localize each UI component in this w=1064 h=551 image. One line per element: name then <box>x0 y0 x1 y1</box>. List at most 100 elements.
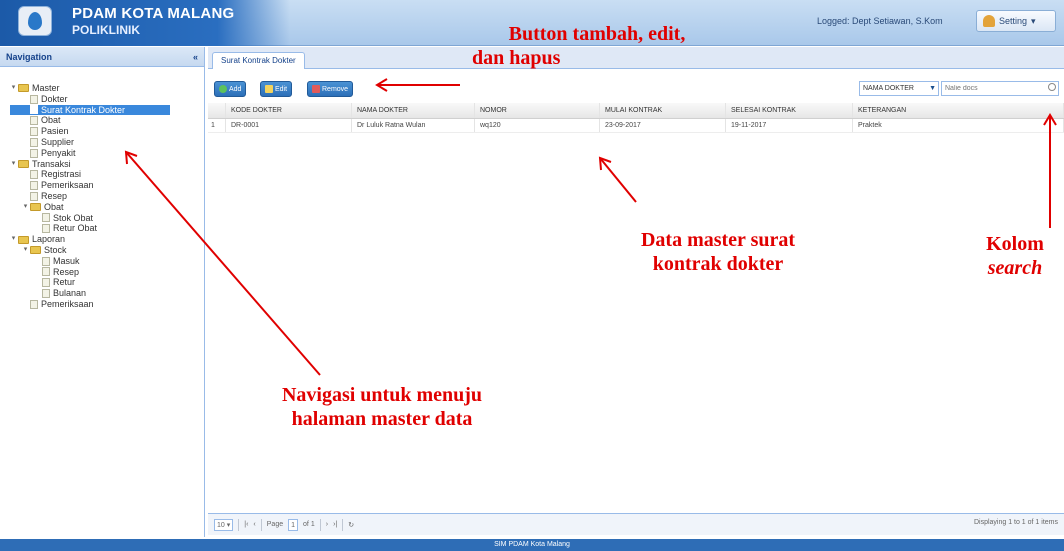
nav-item-registrasi[interactable]: Registrasi <box>10 169 204 180</box>
search-icon[interactable] <box>1048 83 1056 91</box>
nav-item-dokter[interactable]: Dokter <box>10 94 204 105</box>
next-page-icon[interactable]: › <box>326 521 328 528</box>
divider <box>238 518 240 531</box>
nav-item-penyakit[interactable]: Penyakit <box>10 148 204 159</box>
nav-item-label: Transaksi <box>32 158 71 169</box>
nav-item-label: Pasien <box>41 126 69 137</box>
nav-item-pemeriksaan[interactable]: Pemeriksaan <box>10 299 204 310</box>
nav-item-supplier[interactable]: Supplier <box>10 137 204 148</box>
nav-item-resep[interactable]: Resep <box>10 267 204 278</box>
nav-item-label: Pemeriksaan <box>41 180 94 191</box>
annotation-navigation: Navigasi untuk menuju halaman master dat… <box>212 383 552 431</box>
column-header[interactable]: KETERANGAN <box>853 103 1064 118</box>
nav-item-surat-kontrak-dokter[interactable]: Surat Kontrak Dokter <box>10 104 170 116</box>
nav-item-pemeriksaan[interactable]: Pemeriksaan <box>10 180 204 191</box>
navigation-header: Navigation « <box>0 47 204 67</box>
page-icon <box>30 105 38 115</box>
collapse-icon[interactable]: « <box>193 52 198 62</box>
nav-item-obat[interactable]: ▾ Obat <box>10 202 204 213</box>
page-label: Page <box>266 521 284 528</box>
page-number-input[interactable]: 1 <box>288 518 299 531</box>
setting-button[interactable]: Setting ▾ <box>976 10 1056 32</box>
page-icon <box>30 170 38 180</box>
edit-label: Edit <box>275 85 288 93</box>
pdam-logo <box>18 6 52 36</box>
table-row[interactable]: 1 DR-0001 Dr Luluk Ratna Wulan wq120 23-09-2… <box>208 119 1064 133</box>
nav-item-label: Master <box>32 83 60 93</box>
annotation-data-line2: kontrak dokter <box>652 253 784 275</box>
nav-item-retur-obat[interactable]: Retur Obat <box>10 223 204 234</box>
page-size-select[interactable]: 10 ▾ <box>214 518 234 531</box>
annotation-buttons-line1: Button tambah, edit, <box>508 23 686 45</box>
nav-item-stock[interactable]: ▾ Stock <box>10 245 204 256</box>
annotation-navigation-line2: halaman master data <box>291 408 473 430</box>
remove-label: Remove <box>322 85 349 93</box>
page-icon <box>30 94 38 104</box>
expand-icon[interactable]: ▾ <box>10 83 17 94</box>
nav-item-label: Resep <box>53 266 80 277</box>
chevron-down-icon: ▾ <box>1031 15 1036 26</box>
expand-icon[interactable]: ▾ <box>22 245 29 256</box>
footer: SIM PDAM Kota Malang <box>0 539 1064 551</box>
column-header[interactable]: NOMOR <box>475 103 600 118</box>
annotation-data: Data master surat kontrak dokter <box>583 228 853 276</box>
nav-item-stok-obat[interactable]: Stok Obat <box>10 213 204 224</box>
nav-item-pasien[interactable]: Pasien <box>10 126 204 137</box>
nav-item-laporan[interactable]: ▾ Laporan <box>10 234 204 245</box>
annotation-buttons: Button tambah, edit, dan hapus <box>452 22 742 70</box>
table-cell: wq120 <box>475 119 600 132</box>
divider <box>319 518 321 531</box>
row-number-header <box>208 103 226 118</box>
add-button[interactable]: Add <box>214 81 247 97</box>
nav-item-masuk[interactable]: Masuk <box>10 256 204 267</box>
nav-item-transaksi[interactable]: ▾ Transaksi <box>10 159 204 170</box>
expand-icon[interactable]: ▾ <box>22 202 29 213</box>
page-icon <box>42 224 50 234</box>
table-cell: DR-0001 <box>226 119 352 132</box>
column-header[interactable]: SELESAI KONTRAK <box>726 103 853 118</box>
nav-item-bulanan[interactable]: Bulanan <box>10 288 204 299</box>
edit-button[interactable]: Edit <box>260 81 293 97</box>
nav-item-label: Dokter <box>41 93 68 104</box>
nav-item-label: Supplier <box>41 136 75 147</box>
search-input[interactable] <box>941 81 1059 96</box>
page-icon <box>42 256 50 266</box>
annotation-navigation-line1: Navigasi untuk menuju <box>281 384 483 406</box>
nav-item-resep[interactable]: Resep <box>10 191 204 202</box>
table-cell: Praktek <box>853 119 1064 132</box>
last-page-icon[interactable]: ›| <box>333 521 337 528</box>
remove-icon <box>312 85 320 93</box>
nav-item-retur[interactable]: Retur <box>10 277 204 288</box>
expand-icon[interactable]: ▾ <box>10 159 17 170</box>
grid-header: KODE DOKTER NAMA DOKTER NOMOR MULAI KONTRAK… <box>208 103 1064 119</box>
column-header[interactable]: KODE DOKTER <box>226 103 352 118</box>
setting-label: Setting <box>999 16 1028 26</box>
nav-item-master[interactable]: ▾ Master <box>10 83 204 94</box>
expand-icon[interactable]: ▾ <box>10 234 17 245</box>
logged-in-user: Logged: Dept Setiawan, S.Kom <box>817 16 943 26</box>
tab-surat-kontrak-dokter[interactable]: Surat Kontrak Dokter <box>212 52 305 69</box>
divider <box>342 518 344 531</box>
navigation-tree: ▾ Master Dokter Surat Kontrak Dokter Obat Pas… <box>0 67 204 310</box>
annotation-search-line2: search <box>987 257 1043 279</box>
refresh-icon[interactable]: ↻ <box>348 521 354 529</box>
page-size-value: 10 <box>217 521 225 529</box>
prev-page-icon[interactable]: ‹ <box>253 521 255 528</box>
remove-button[interactable]: Remove <box>307 81 354 97</box>
folder-icon <box>18 159 29 168</box>
nav-item-obat[interactable]: Obat <box>10 115 204 126</box>
page-icon <box>30 127 38 137</box>
annotation-buttons-line2: dan hapus <box>472 47 561 69</box>
column-header[interactable]: NAMA DOKTER <box>352 103 475 118</box>
first-page-icon[interactable]: |‹ <box>244 521 248 528</box>
nav-item-label: Obat <box>44 201 64 212</box>
page-icon <box>42 289 50 299</box>
search-field-select[interactable]: NAMA DOKTER ▼ <box>859 81 939 96</box>
row-number: 1 <box>208 119 226 132</box>
column-header[interactable]: MULAI KONTRAK <box>600 103 726 118</box>
grid-body: 1 DR-0001 Dr Luluk Ratna Wulan wq120 23-09-2… <box>208 119 1064 133</box>
navigation-panel: Navigation « ▾ Master Dokter Surat Kontrak … <box>0 47 205 537</box>
nav-item-label: Surat Kontrak Dokter <box>41 104 126 115</box>
pagination-bar: 10 ▾ |‹ ‹ Page 1 of 1 › ›| ↻ Displaying … <box>208 513 1064 535</box>
table-cell: Dr Luluk Ratna Wulan <box>352 119 475 132</box>
